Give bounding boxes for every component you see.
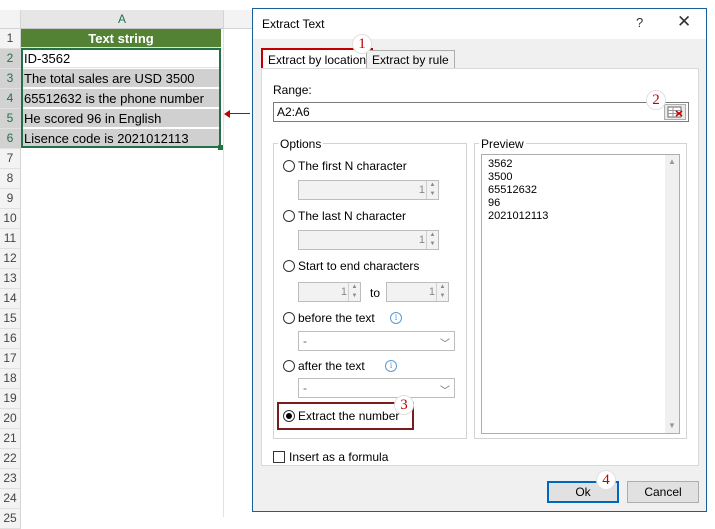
preview-box[interactable]: 3562 3500 65512632 96 2021012113 ▲ ▼ <box>481 154 680 434</box>
column-header-a[interactable]: A <box>21 10 224 29</box>
row-header[interactable]: 10 <box>0 209 21 229</box>
end-spinner[interactable]: 1 ▲ ▼ <box>386 282 449 302</box>
select-all-corner[interactable] <box>0 10 21 29</box>
row-header[interactable]: 5 <box>0 109 21 129</box>
callout-badge-1: 1 <box>352 34 372 54</box>
row-header[interactable]: 8 <box>0 169 21 189</box>
row-header[interactable]: 19 <box>0 389 21 409</box>
fill-handle[interactable] <box>218 145 223 150</box>
cancel-button[interactable]: Cancel <box>627 481 699 503</box>
start-spin-buttons[interactable]: ▲ ▼ <box>348 283 360 301</box>
before-info-icon[interactable]: i <box>390 312 402 324</box>
scroll-up-icon[interactable]: ▲ <box>665 155 679 169</box>
radio-start-end[interactable] <box>283 260 295 272</box>
pointer-arrow-icon <box>224 110 230 118</box>
selection-range <box>21 48 221 148</box>
row-header[interactable]: 23 <box>0 469 21 489</box>
preview-line: 3562 <box>488 158 513 170</box>
preview-scrollbar[interactable]: ▲ ▼ <box>665 155 679 433</box>
insert-formula-label: Insert as a formula <box>289 450 389 464</box>
callout-badge-3: 3 <box>394 395 414 415</box>
first-n-label: The first N character <box>298 159 407 173</box>
row-header[interactable]: 7 <box>0 149 21 169</box>
last-n-value: 1 <box>418 234 425 246</box>
first-n-spin-buttons[interactable]: ▲ ▼ <box>426 181 438 199</box>
before-text-value: - <box>303 334 307 348</box>
scroll-down-icon[interactable]: ▼ <box>665 419 679 433</box>
before-text-combo[interactable]: - ﹀ <box>298 331 455 351</box>
row-header[interactable]: 18 <box>0 369 21 389</box>
preview-line: 96 <box>488 197 501 209</box>
last-n-label: The last N character <box>298 209 407 223</box>
first-n-spinner[interactable]: 1 ▲ ▼ <box>298 180 439 200</box>
radio-extract-number[interactable] <box>283 410 295 422</box>
row-header[interactable]: 14 <box>0 289 21 309</box>
row-header[interactable]: 13 <box>0 269 21 289</box>
row-header[interactable]: 2 <box>0 49 21 69</box>
callout-badge-2: 2 <box>646 90 666 110</box>
pointer-arrow-line <box>228 113 250 114</box>
row-header[interactable]: 12 <box>0 249 21 269</box>
column-header-b[interactable] <box>224 10 252 29</box>
help-button[interactable]: ? <box>636 15 643 30</box>
spreadsheet: A 1 2 3 4 5 6 7 8 9 10 11 12 13 14 15 16 17 18 19 20 21 22 23 2… <box>0 0 252 529</box>
tab-extract-by-rule[interactable]: Extract by rule <box>366 50 455 70</box>
radio-first-n[interactable] <box>283 160 295 172</box>
chevron-down-icon: ﹀ <box>440 339 450 350</box>
row-header[interactable]: 15 <box>0 309 21 329</box>
preview-line: 3500 <box>488 171 513 183</box>
preview-line: 65512632 <box>488 184 537 196</box>
extract-number-label: Extract the number <box>298 409 400 423</box>
row-header[interactable]: 11 <box>0 229 21 249</box>
after-text-value: - <box>303 381 307 395</box>
last-n-spin-buttons[interactable]: ▲ ▼ <box>426 231 438 249</box>
row-header[interactable]: 4 <box>0 89 21 109</box>
preview-line: 2021012113 <box>488 210 549 222</box>
row-header[interactable]: 22 <box>0 449 21 469</box>
preview-group-title: Preview <box>479 137 526 151</box>
row-header[interactable]: 25 <box>0 509 21 529</box>
range-input[interactable]: A2:A6 <box>273 102 689 122</box>
after-text-combo[interactable]: - ﹀ <box>298 378 455 398</box>
after-text-label: after the text <box>298 359 365 373</box>
row-header[interactable]: 21 <box>0 429 21 449</box>
row-header[interactable]: 20 <box>0 409 21 429</box>
first-n-value: 1 <box>418 184 425 196</box>
row-header[interactable]: 16 <box>0 329 21 349</box>
after-info-icon[interactable]: i <box>385 360 397 372</box>
row-header[interactable]: 17 <box>0 349 21 369</box>
radio-last-n[interactable] <box>283 210 295 222</box>
start-value: 1 <box>340 286 347 298</box>
header-cell-text-string[interactable]: Text string <box>21 29 221 48</box>
before-text-label: before the text <box>298 311 375 325</box>
row-header[interactable]: 24 <box>0 489 21 509</box>
insert-formula-checkbox[interactable] <box>273 451 285 463</box>
to-label: to <box>370 286 381 300</box>
chevron-down-icon: ﹀ <box>440 386 450 397</box>
range-select-button[interactable] <box>664 104 686 120</box>
row-header[interactable]: 3 <box>0 69 21 89</box>
dialog-title: Extract Text <box>262 17 325 31</box>
radio-before-text[interactable] <box>283 312 295 324</box>
title-bar: Extract Text ? ✕ <box>253 9 706 39</box>
end-spin-buttons[interactable]: ▲ ▼ <box>436 283 448 301</box>
row-header[interactable]: 9 <box>0 189 21 209</box>
close-icon[interactable]: ✕ <box>677 12 691 32</box>
last-n-spinner[interactable]: 1 ▲ ▼ <box>298 230 439 250</box>
start-end-label: Start to end characters <box>298 259 420 273</box>
range-label: Range: <box>273 83 312 97</box>
callout-badge-4: 4 <box>596 470 616 490</box>
end-value: 1 <box>428 286 435 298</box>
start-spinner[interactable]: 1 ▲ ▼ <box>298 282 361 302</box>
row-header[interactable]: 1 <box>0 29 21 49</box>
range-select-icon <box>667 106 683 118</box>
extract-text-dialog: Extract Text ? ✕ Extract by location Ext… <box>252 8 707 512</box>
grid-line <box>223 29 224 517</box>
options-group-title: Options <box>278 137 324 151</box>
row-header[interactable]: 6 <box>0 129 21 149</box>
radio-after-text[interactable] <box>283 360 295 372</box>
